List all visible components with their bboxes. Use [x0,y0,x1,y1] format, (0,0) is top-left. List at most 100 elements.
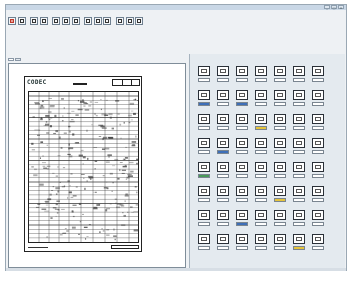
recognized-value-field[interactable] [217,102,229,106]
settings-icon[interactable] [93,17,102,25]
recognized-value-field[interactable] [217,78,229,82]
recognized-value-field[interactable] [198,246,210,250]
char-image [236,66,248,76]
recognition-cell[interactable] [307,158,331,180]
document-view[interactable]: CODEC [8,63,186,268]
recognized-value-field[interactable] [312,78,324,82]
recognized-value-field[interactable] [255,150,267,154]
recognized-value-field[interactable] [255,198,267,202]
recognized-value-field[interactable] [198,78,210,82]
recognized-value-field[interactable] [198,222,210,226]
char-image [236,234,248,244]
recognized-value-field[interactable] [274,78,286,82]
grid-icon[interactable] [71,17,80,25]
recognized-value-field[interactable] [236,78,248,82]
recognized-value-field[interactable] [312,222,324,226]
char-image [293,114,305,124]
recognized-value-field[interactable] [293,150,305,154]
open-icon[interactable] [17,17,26,25]
recognition-cell[interactable] [307,206,331,228]
recognized-value-field[interactable] [236,102,248,106]
recognized-value-field[interactable] [255,102,267,106]
char-image [198,234,210,244]
recognized-value-field[interactable] [236,126,248,130]
toolbar [8,16,344,26]
recognized-value-field[interactable] [293,126,305,130]
recognition-cell[interactable] [307,134,331,156]
recognized-value-field[interactable] [312,174,324,178]
char-image [312,210,324,220]
recognized-value-field[interactable] [312,126,324,130]
recognized-value-field[interactable] [198,150,210,154]
char-image [217,138,229,148]
tab-image[interactable] [8,58,14,61]
recognized-value-field[interactable] [236,222,248,226]
recognized-value-field[interactable] [274,174,286,178]
recognition-cell[interactable] [307,110,331,132]
recognized-value-field[interactable] [255,78,267,82]
recognized-value-field[interactable] [198,174,210,178]
recognized-value-field[interactable] [293,174,305,178]
recognition-cell[interactable] [307,86,331,108]
recognized-value-field[interactable] [255,126,267,130]
recognized-value-field[interactable] [293,222,305,226]
recognized-value-field[interactable] [217,246,229,250]
recognized-value-field[interactable] [236,150,248,154]
close-button[interactable]: × [338,5,344,10]
minimize-button[interactable]: _ [324,5,330,10]
recognized-value-field[interactable] [255,222,267,226]
char-image [217,210,229,220]
recognition-cell[interactable] [307,230,331,252]
recognized-value-field[interactable] [274,102,286,106]
recognized-value-field[interactable] [255,174,267,178]
recognized-value-field[interactable] [293,78,305,82]
form-ruling [29,92,138,242]
zoom-icon[interactable] [61,17,70,25]
recognized-value-field[interactable] [255,246,267,250]
preview-icon[interactable] [52,17,61,25]
char-image [293,234,305,244]
recognized-value-field[interactable] [217,222,229,226]
scan-icon[interactable] [39,17,48,25]
recognized-value-field[interactable] [274,198,286,202]
recognized-value-field[interactable] [217,150,229,154]
char-image [198,186,210,196]
recognized-value-field[interactable] [217,174,229,178]
recognized-value-field[interactable] [293,198,305,202]
recognized-value-field[interactable] [274,246,286,250]
recognized-value-field[interactable] [312,102,324,106]
recognized-value-field[interactable] [198,126,210,130]
recognized-value-field[interactable] [236,174,248,178]
char-image [293,162,305,172]
recognition-cell[interactable] [307,62,331,84]
recognized-value-field[interactable] [217,198,229,202]
export-icon[interactable] [103,17,112,25]
check-icon[interactable] [125,17,134,25]
recognize-icon[interactable] [84,17,93,25]
recognized-value-field[interactable] [198,102,210,106]
menu-bar [6,10,346,15]
recognized-value-field[interactable] [293,246,305,250]
recognized-value-field[interactable] [312,198,324,202]
save-icon[interactable] [8,17,16,25]
recognized-value-field[interactable] [274,222,286,226]
recognized-value-field[interactable] [198,198,210,202]
char-image [255,186,267,196]
char-image [274,162,286,172]
tab-result[interactable] [15,58,21,61]
print-icon[interactable] [30,17,39,25]
recognized-value-field[interactable] [312,246,324,250]
form-icon[interactable] [115,17,124,25]
recognized-value-field[interactable] [274,126,286,130]
recognized-value-field[interactable] [236,246,248,250]
char-image [274,138,286,148]
recognized-value-field[interactable] [274,150,286,154]
recognized-value-field[interactable] [312,150,324,154]
recognized-value-field[interactable] [217,126,229,130]
help-icon[interactable] [135,17,144,25]
recognized-value-field[interactable] [236,198,248,202]
maximize-button[interactable]: □ [331,5,337,10]
recognized-value-field[interactable] [293,102,305,106]
char-image [312,114,324,124]
recognition-cell[interactable] [307,182,331,204]
